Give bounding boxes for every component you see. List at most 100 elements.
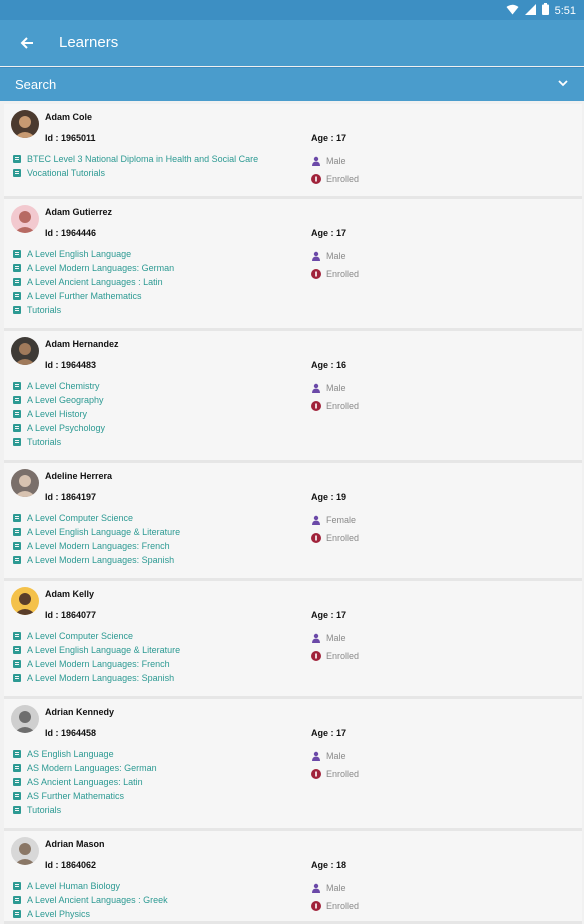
gender-row: Male bbox=[311, 152, 359, 170]
course-item[interactable]: A Level Modern Languages: French bbox=[12, 539, 180, 553]
book-icon bbox=[12, 305, 22, 315]
book-icon bbox=[12, 527, 22, 537]
status-label: Enrolled bbox=[326, 901, 360, 911]
learner-name: Adam Hernandez bbox=[45, 339, 119, 349]
gender-label: Male bbox=[326, 383, 346, 393]
learner-age: Age : 19 bbox=[311, 492, 347, 502]
course-item[interactable]: A Level Physics bbox=[12, 907, 168, 921]
course-item[interactable]: Tutorials bbox=[12, 803, 157, 817]
learner-name: Adrian Kennedy bbox=[45, 707, 115, 717]
status-label: Enrolled bbox=[326, 651, 360, 661]
status-row: Enrolled bbox=[311, 765, 359, 783]
course-label: Vocational Tutorials bbox=[27, 168, 106, 178]
learner-list: Adam Cole Id : 1965011 Age : 17 BTEC Level … bbox=[4, 104, 582, 924]
gender-row: Male bbox=[311, 629, 359, 647]
course-label: A Level Modern Languages: Spanish bbox=[27, 673, 175, 683]
course-list: A Level Chemistry A Level Geography A Leve… bbox=[12, 379, 105, 449]
status-time: 5:51 bbox=[554, 4, 576, 17]
learner-card[interactable]: Adam Hernandez Id : 1964483 Age : 16 A Leve… bbox=[4, 331, 582, 463]
course-item[interactable]: Tutorials bbox=[12, 303, 174, 317]
avatar bbox=[11, 205, 39, 233]
course-item[interactable]: A Level Psychology bbox=[12, 421, 105, 435]
course-item[interactable]: A Level Ancient Languages : Greek bbox=[12, 893, 168, 907]
book-icon bbox=[12, 881, 22, 891]
course-label: A Level English Language bbox=[27, 249, 132, 259]
gender-label: Male bbox=[326, 883, 346, 893]
course-item[interactable]: AS Further Mathematics bbox=[12, 789, 157, 803]
avatar bbox=[11, 469, 39, 497]
enrolled-icon bbox=[311, 651, 321, 661]
learner-card[interactable]: Adam Gutierrez Id : 1964446 Age : 17 A Leve… bbox=[4, 199, 582, 331]
book-icon bbox=[12, 645, 22, 655]
course-label: A Level English Language & Literature bbox=[27, 645, 181, 655]
course-item[interactable]: A Level Modern Languages: Spanish bbox=[12, 553, 180, 567]
course-item[interactable]: A Level Geography bbox=[12, 393, 105, 407]
status-label: Enrolled bbox=[326, 269, 360, 279]
gender-label: Male bbox=[326, 633, 346, 643]
learner-age: Age : 17 bbox=[311, 228, 347, 238]
course-item[interactable]: A Level Modern Languages: French bbox=[12, 657, 180, 671]
course-item[interactable]: A Level Modern Languages: German bbox=[12, 261, 174, 275]
learner-id: Id : 1864197 bbox=[45, 492, 97, 502]
course-item[interactable]: AS Ancient Languages: Latin bbox=[12, 775, 157, 789]
learner-age: Age : 17 bbox=[311, 610, 347, 620]
course-item[interactable]: A Level Computer Science bbox=[12, 629, 180, 643]
learner-name: Adrian Mason bbox=[45, 839, 105, 849]
course-item[interactable]: A Level Human Biology bbox=[12, 879, 168, 893]
course-list: A Level English Language A Level Modern L… bbox=[12, 247, 174, 317]
course-label: A Level Modern Languages: French bbox=[27, 541, 170, 551]
book-icon bbox=[12, 631, 22, 641]
course-item[interactable]: Tutorials bbox=[12, 435, 105, 449]
person-icon bbox=[311, 515, 321, 525]
status-label: Enrolled bbox=[326, 769, 360, 779]
course-item[interactable]: A Level English Language bbox=[12, 247, 174, 261]
learner-card[interactable]: Adrian Kennedy Id : 1964458 Age : 17 AS Eng… bbox=[4, 699, 582, 831]
course-label: AS Further Mathematics bbox=[27, 791, 125, 801]
course-label: A Level Modern Languages: French bbox=[27, 659, 170, 669]
course-item[interactable]: A Level Ancient Languages : Latin bbox=[12, 275, 174, 289]
gender-row: Male bbox=[311, 379, 359, 397]
gender-label: Female bbox=[326, 515, 357, 525]
course-item[interactable]: A Level English Language & Literature bbox=[12, 643, 180, 657]
person-icon bbox=[311, 883, 321, 893]
wifi-icon bbox=[506, 4, 519, 18]
chevron-down-icon[interactable] bbox=[556, 76, 570, 90]
course-label: A Level Ancient Languages : Greek bbox=[27, 895, 168, 905]
course-label: BTEC Level 3 National Diploma in Health … bbox=[27, 154, 259, 164]
book-icon bbox=[12, 659, 22, 669]
book-icon bbox=[12, 555, 22, 565]
signal-icon bbox=[524, 3, 536, 18]
course-item[interactable]: A Level Modern Languages: Spanish bbox=[12, 671, 180, 685]
course-item[interactable]: AS Modern Languages: German bbox=[12, 761, 157, 775]
course-item[interactable]: A Level Computer Science bbox=[12, 511, 180, 525]
gender-row: Male bbox=[311, 879, 359, 897]
learner-card[interactable]: Adam Kelly Id : 1864077 Age : 17 A Level Co… bbox=[4, 581, 582, 699]
back-arrow-icon[interactable] bbox=[16, 32, 38, 54]
learner-card[interactable]: Adeline Herrera Id : 1864197 Age : 19 A Lev… bbox=[4, 463, 582, 581]
book-icon bbox=[12, 154, 22, 164]
search-bar[interactable]: Search bbox=[0, 67, 584, 101]
course-item[interactable]: A Level Chemistry bbox=[12, 379, 105, 393]
book-icon bbox=[12, 409, 22, 419]
status-label: Enrolled bbox=[326, 401, 360, 411]
battery-icon bbox=[541, 3, 549, 18]
course-label: A Level Computer Science bbox=[27, 513, 134, 523]
course-item[interactable]: A Level History bbox=[12, 407, 105, 421]
learner-id: Id : 1864077 bbox=[45, 610, 97, 620]
course-label: Tutorials bbox=[27, 305, 62, 315]
course-item[interactable]: BTEC Level 3 National Diploma in Health … bbox=[12, 152, 258, 166]
avatar bbox=[11, 110, 39, 138]
course-item[interactable]: AS English Language bbox=[12, 747, 157, 761]
course-label: A Level Computer Science bbox=[27, 631, 134, 641]
learner-card[interactable]: Adam Cole Id : 1965011 Age : 17 BTEC Level … bbox=[4, 104, 582, 199]
learner-name: Adam Kelly bbox=[45, 589, 95, 599]
course-label: A Level Further Mathematics bbox=[27, 291, 142, 301]
status-bar: 5:51 bbox=[0, 0, 584, 20]
book-icon bbox=[12, 437, 22, 447]
book-icon bbox=[12, 395, 22, 405]
learner-card[interactable]: Adrian Mason Id : 1864062 Age : 18 A Level … bbox=[4, 831, 582, 924]
course-item[interactable]: A Level Further Mathematics bbox=[12, 289, 174, 303]
course-item[interactable]: Vocational Tutorials bbox=[12, 166, 258, 180]
course-item[interactable]: A Level English Language & Literature bbox=[12, 525, 180, 539]
book-icon bbox=[12, 541, 22, 551]
